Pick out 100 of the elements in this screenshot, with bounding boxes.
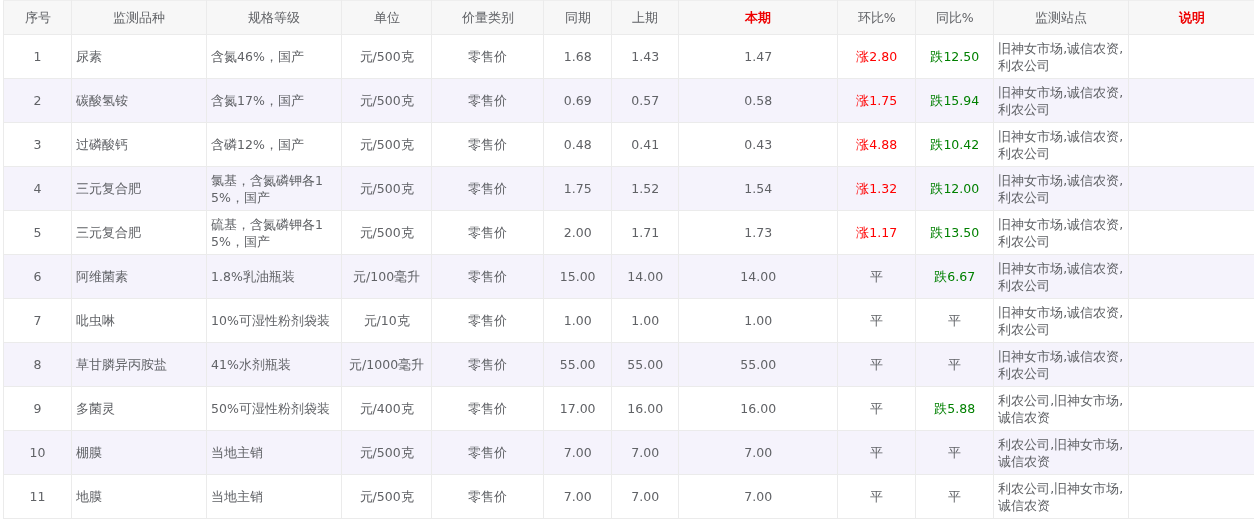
table-cell: 平 (870, 357, 884, 372)
column-header: 说明 (1178, 10, 1205, 25)
table-cell: 平 (948, 489, 962, 504)
table-cell: 0.57 (631, 93, 660, 108)
table-cell: 跌12.00 (930, 181, 980, 196)
table-cell: 元/500克 (359, 49, 414, 64)
table-cell: 11 (29, 489, 46, 504)
table-cell: 0.58 (744, 93, 773, 108)
table-cell: 三元复合肥 (76, 225, 141, 240)
table-cell: 当地主销 (211, 489, 264, 504)
table-cell: 旧神女市场,诚信农资,利农公司 (998, 128, 1124, 161)
table-cell: 55.00 (559, 357, 596, 372)
table-cell: 涨2.80 (856, 49, 898, 64)
table-cell: 零售价 (468, 49, 508, 64)
table-cell: 利农公司,旧神女市场,诚信农资 (998, 392, 1124, 425)
table-cell: 跌15.94 (930, 93, 980, 108)
table-cell: 7 (33, 313, 42, 328)
table-cell: 17.00 (559, 401, 596, 416)
table-cell: 1.8%乳油瓶装 (211, 269, 295, 284)
table-cell: 硫基，含氮磷钾各15%，国产 (211, 216, 323, 249)
table-cell: 1 (33, 49, 42, 64)
table-cell: 7.00 (744, 445, 773, 460)
table-cell: 5 (33, 225, 42, 240)
table-cell: 7.00 (631, 445, 660, 460)
table-cell: 涨1.17 (856, 225, 898, 240)
table-cell: 利农公司,旧神女市场,诚信农资 (998, 436, 1124, 469)
table-cell: 含氮17%，国产 (211, 93, 304, 108)
table-cell: 三元复合肥 (76, 181, 141, 196)
table-cell: 3 (33, 137, 42, 152)
table-cell: 跌13.50 (930, 225, 980, 240)
table-cell: 7.00 (744, 489, 773, 504)
table-cell: 零售价 (468, 489, 508, 504)
table-cell: 平 (948, 357, 962, 372)
table-cell: 跌6.67 (934, 269, 976, 284)
table-cell: 10%可湿性粉剂袋装 (211, 313, 330, 328)
table-cell: 平 (870, 269, 884, 284)
table-cell: 吡虫啉 (76, 313, 115, 328)
table-cell: 16.00 (740, 401, 777, 416)
table-cell: 55.00 (627, 357, 664, 372)
table-cell: 10 (29, 445, 46, 460)
table-cell: 9 (33, 401, 42, 416)
table-cell: 涨1.75 (856, 93, 898, 108)
table-cell: 零售价 (468, 269, 508, 284)
table-cell: 旧神女市场,诚信农资,利农公司 (998, 348, 1124, 381)
table-cell: 元/500克 (359, 225, 414, 240)
table-cell: 0.48 (563, 137, 592, 152)
table-cell: 15.00 (559, 269, 596, 284)
table-cell: 零售价 (468, 401, 508, 416)
table-cell: 元/500克 (359, 445, 414, 460)
table-cell: 16.00 (627, 401, 664, 416)
table-cell: 旧神女市场,诚信农资,利农公司 (998, 40, 1124, 73)
table-cell: 棚膜 (76, 445, 102, 460)
column-header: 价量类别 (461, 10, 514, 25)
table-cell: 平 (870, 445, 884, 460)
table-cell: 零售价 (468, 445, 508, 460)
table-cell: 1.43 (631, 49, 660, 64)
table-cell: 1.54 (744, 181, 773, 196)
table-cell: 0.43 (744, 137, 773, 152)
table-cell: 跌10.42 (930, 137, 980, 152)
column-header: 单位 (373, 10, 400, 25)
table-cell: 元/1000毫升 (349, 357, 425, 372)
table-cell: 旧神女市场,诚信农资,利农公司 (998, 172, 1124, 205)
table-cell: 草甘膦异丙胺盐 (76, 357, 167, 372)
table-cell: 旧神女市场,诚信农资,利农公司 (998, 84, 1124, 117)
table-cell: 过磷酸钙 (76, 137, 128, 152)
column-header: 监测站点 (1035, 10, 1088, 25)
table-cell: 含磷12%，国产 (211, 137, 304, 152)
table-cell: 41%水剂瓶装 (211, 357, 291, 372)
column-header: 序号 (24, 10, 51, 25)
table-cell: 1.68 (563, 49, 592, 64)
table-cell: 当地主销 (211, 445, 264, 460)
table-cell: 0.41 (631, 137, 660, 152)
table-cell: 平 (948, 445, 962, 460)
table-cell: 平 (870, 401, 884, 416)
table-cell: 元/400克 (359, 401, 414, 416)
table-cell: 元/100毫升 (353, 269, 421, 284)
table-cell: 1.73 (744, 225, 773, 240)
table-cell: 50%可湿性粉剂袋装 (211, 401, 330, 416)
table-cell: 7.00 (631, 489, 660, 504)
table-cell: 零售价 (468, 357, 508, 372)
table-cell: 2 (33, 93, 42, 108)
table-cell: 地膜 (76, 489, 102, 504)
table-cell: 旧神女市场,诚信农资,利农公司 (998, 304, 1124, 337)
table-cell: 2.00 (563, 225, 592, 240)
table-cell: 多菌灵 (76, 401, 115, 416)
column-header: 本期 (745, 10, 772, 25)
table-cell: 1.71 (631, 225, 660, 240)
table-cell: 平 (870, 489, 884, 504)
table-cell: 含氮46%，国产 (211, 49, 304, 64)
table-cell: 7.00 (563, 445, 592, 460)
table-cell: 涨4.88 (856, 137, 898, 152)
table-cell: 14.00 (740, 269, 777, 284)
table-cell: 1.00 (631, 313, 660, 328)
table-cell: 旧神女市场,诚信农资,利农公司 (998, 216, 1124, 249)
table-cell: 零售价 (468, 313, 508, 328)
column-header: 监测品种 (113, 10, 166, 25)
table-cell: 跌5.88 (934, 401, 976, 416)
table-cell: 阿维菌素 (76, 269, 128, 284)
table-cell: 零售价 (468, 181, 508, 196)
table-cell: 1.52 (631, 181, 660, 196)
